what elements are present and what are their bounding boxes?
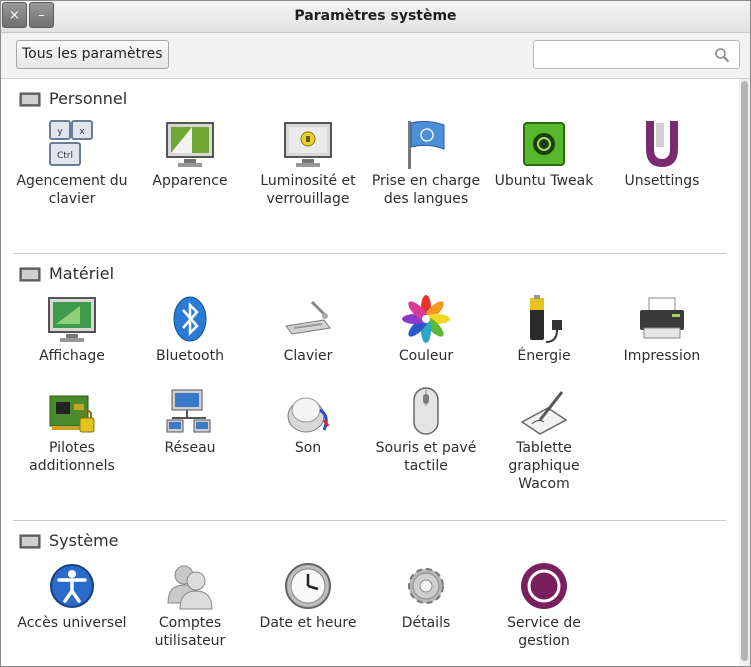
section-divider: [13, 253, 726, 254]
user-accounts-icon: [167, 565, 213, 610]
item-ubuntu-tweak[interactable]: Ubuntu Tweak: [485, 119, 603, 190]
item-label: Unsettings: [624, 173, 700, 189]
item-label: Pilotes additionnels: [29, 440, 115, 474]
item-label: Clavier: [283, 348, 333, 364]
printer-icon: [640, 297, 684, 339]
item-management-service[interactable]: Service de gestion: [485, 561, 603, 650]
item-label: Ubuntu Tweak: [494, 173, 594, 189]
item-label: Impression: [623, 348, 701, 364]
details-gear-icon: [408, 568, 444, 604]
item-label: Détails: [401, 615, 451, 631]
item-keyboard-layout[interactable]: y x Ctrl Agencement du clavier: [13, 119, 131, 208]
item-details[interactable]: Détails: [367, 561, 485, 632]
item-label: Accès universel: [17, 615, 127, 631]
unsettings-icon: [646, 121, 678, 167]
folder-icon: [19, 267, 41, 282]
item-label: Affichage: [39, 348, 105, 364]
folder-icon: [19, 534, 41, 549]
item-label: Agencement du clavier: [16, 173, 128, 207]
section-title: Système: [49, 531, 119, 550]
item-user-accounts[interactable]: Comptes utilisateur: [131, 561, 249, 650]
color-icon: [402, 295, 450, 343]
section-title: Matériel: [49, 264, 115, 283]
svg-text:y: y: [57, 127, 63, 137]
item-display[interactable]: Affichage: [13, 294, 131, 365]
item-label: Couleur: [398, 348, 454, 364]
item-date-time[interactable]: Date et heure: [249, 561, 367, 632]
item-sound[interactable]: Son: [249, 386, 367, 457]
item-printer[interactable]: Impression: [603, 294, 721, 365]
item-label: Souris et pavé tactile: [375, 440, 477, 474]
power-icon: [530, 295, 562, 343]
item-label: Service de gestion: [507, 615, 581, 649]
drivers-icon: [49, 395, 95, 433]
ubuntu-tweak-icon: [523, 122, 565, 166]
item-wacom-tablet[interactable]: Tablette graphique Wacom: [485, 386, 603, 493]
bluetooth-icon: [173, 296, 207, 342]
item-label: Énergie: [517, 348, 571, 364]
settings-window: × – Paramètres système Tous les paramètr…: [0, 0, 751, 667]
item-mouse-touchpad[interactable]: Souris et pavé tactile: [367, 386, 485, 475]
tablet-icon: [520, 391, 568, 435]
item-label: Tablette graphique Wacom: [508, 440, 580, 492]
title-bar: × – Paramètres système: [1, 1, 750, 33]
item-label: Date et heure: [259, 615, 357, 631]
language-flag-icon: [408, 120, 445, 169]
all-settings-button[interactable]: Tous les paramètres: [16, 40, 169, 69]
item-label: Luminosité et verrouillage: [260, 173, 356, 207]
item-label: Son: [294, 440, 322, 456]
accessibility-icon: [50, 564, 94, 608]
section-title: Personnel: [49, 89, 128, 108]
display-icon: [48, 297, 96, 342]
item-label: Apparence: [152, 173, 228, 189]
search-input[interactable]: [540, 45, 714, 66]
item-label: Prise en charge des langues: [371, 173, 481, 207]
folder-icon: [19, 92, 41, 107]
toolbar: Tous les paramètres: [1, 33, 750, 79]
item-label: Bluetooth: [156, 348, 224, 364]
section-divider: [13, 520, 726, 521]
keyboard-layout-icon: y x Ctrl: [49, 120, 93, 166]
svg-text:x: x: [79, 127, 85, 137]
scrollbar-thumb[interactable]: [741, 81, 748, 661]
management-service-icon: [521, 563, 567, 609]
svg-text:Ctrl: Ctrl: [57, 151, 73, 161]
sound-icon: [287, 397, 330, 433]
mouse-icon: [413, 387, 439, 435]
appearance-icon: [166, 122, 214, 167]
item-universal-access[interactable]: Accès universel: [13, 561, 131, 632]
item-power[interactable]: Énergie: [485, 294, 603, 365]
window-title: Paramètres système: [294, 8, 457, 24]
settings-panel: Personnel y x Ctrl Agencement du clavier…: [1, 79, 739, 666]
item-unsettings[interactable]: Unsettings: [603, 119, 721, 190]
keyboard-icon: [285, 300, 331, 335]
item-brightness-lock[interactable]: Luminosité et verrouillage: [249, 119, 367, 208]
clock-icon: [285, 563, 331, 609]
item-label: Réseau: [164, 440, 216, 456]
search-box[interactable]: [533, 40, 740, 69]
item-color[interactable]: Couleur: [367, 294, 485, 365]
brightness-lock-icon: [284, 122, 332, 167]
item-network[interactable]: Réseau: [131, 386, 249, 457]
item-language-support[interactable]: Prise en charge des langues: [367, 119, 485, 208]
item-keyboard[interactable]: Clavier: [249, 294, 367, 365]
item-additional-drivers[interactable]: Pilotes additionnels: [13, 386, 131, 475]
item-appearance[interactable]: Apparence: [131, 119, 249, 190]
vertical-scrollbar[interactable]: [739, 79, 750, 666]
network-icon: [166, 389, 211, 433]
item-label: Comptes utilisateur: [154, 615, 226, 649]
item-bluetooth[interactable]: Bluetooth: [131, 294, 249, 365]
search-icon[interactable]: [714, 47, 730, 63]
